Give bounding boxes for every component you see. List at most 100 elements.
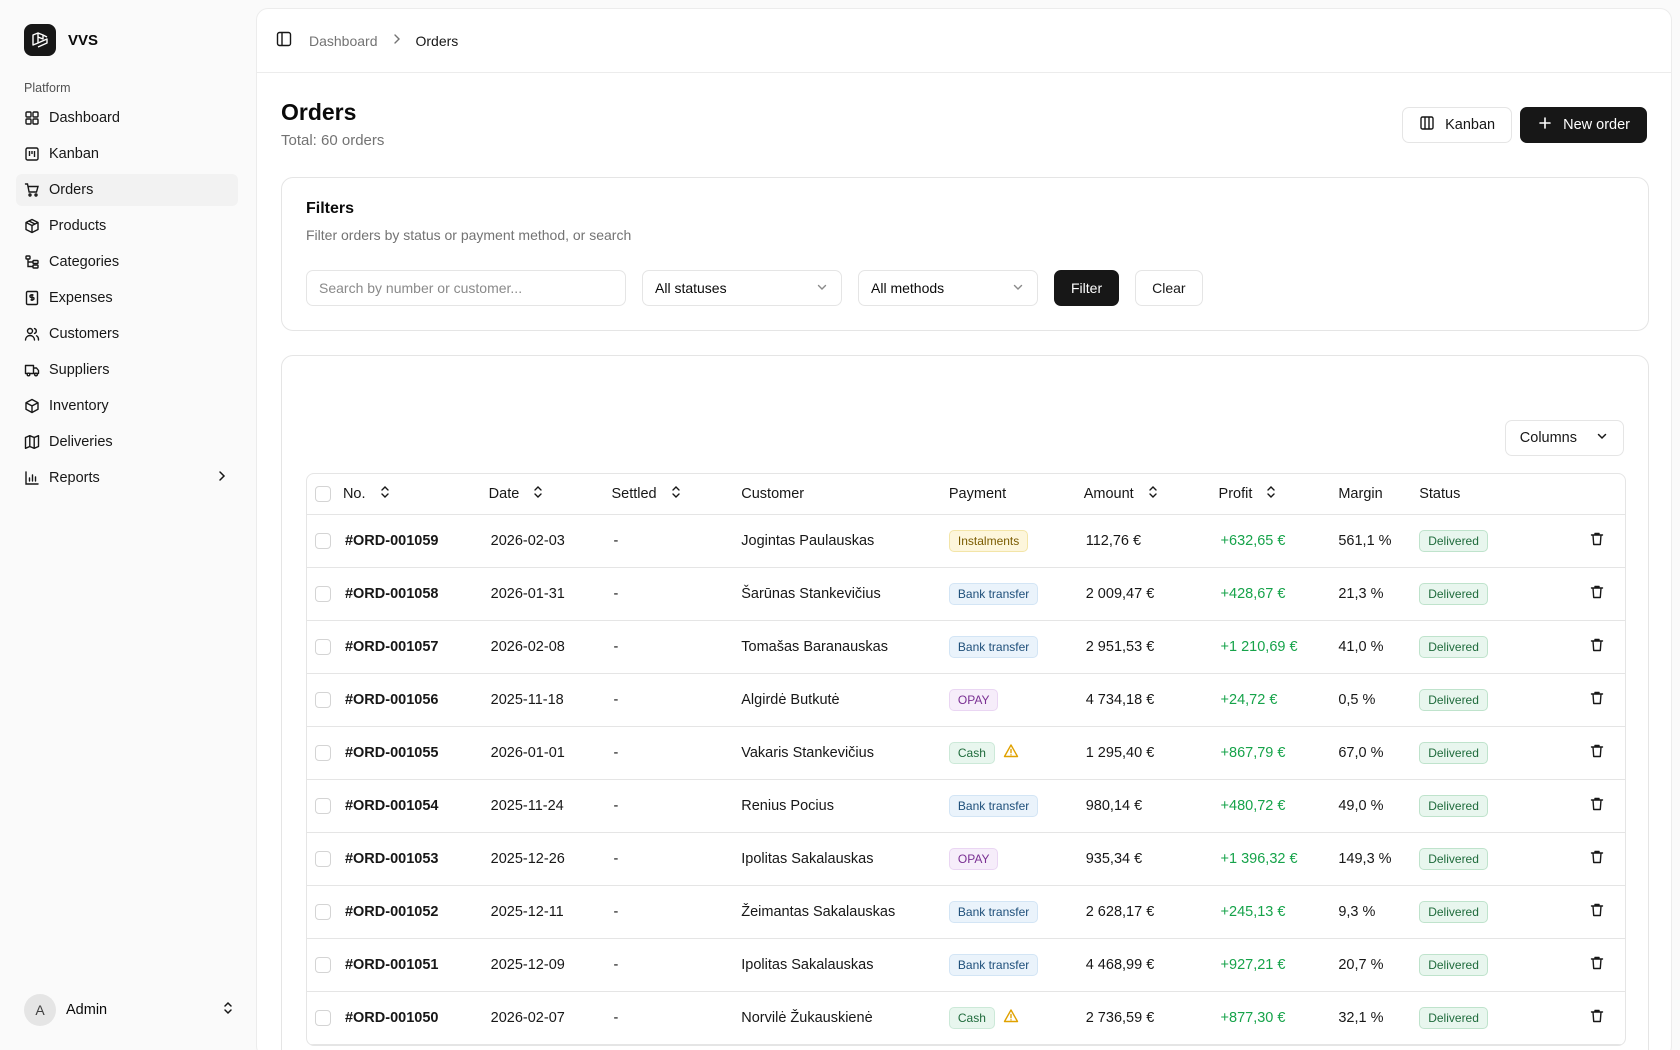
order-number[interactable]: #ORD-001058 <box>345 586 439 602</box>
sidebar-item-expenses[interactable]: Expenses <box>16 282 238 314</box>
sidebar-item-products[interactable]: Products <box>16 210 238 242</box>
clear-button[interactable]: Clear <box>1135 270 1203 306</box>
sort-date-header[interactable]: Date <box>489 485 546 503</box>
order-customer: Renius Pocius <box>741 797 834 814</box>
columns-button[interactable]: Columns <box>1504 420 1624 456</box>
row-checkbox[interactable] <box>315 903 331 920</box>
columns-button-label: Columns <box>1519 430 1577 446</box>
sort-settled-header[interactable]: Settled <box>611 485 682 503</box>
order-date: 2025-12-09 <box>490 956 565 973</box>
status-badge: Delivered <box>1419 900 1488 923</box>
order-customer: Tomašas Baranauskas <box>741 638 888 655</box>
order-margin: 561,1 % <box>1338 532 1392 549</box>
status-select[interactable]: All statuses <box>642 270 842 306</box>
breadcrumb-current: Orders <box>415 32 459 49</box>
order-number[interactable]: #ORD-001055 <box>345 745 439 761</box>
order-number[interactable]: #ORD-001056 <box>345 692 439 708</box>
order-number[interactable]: #ORD-001059 <box>345 533 439 549</box>
trash-icon[interactable] <box>1589 690 1605 706</box>
filter-button[interactable]: Filter <box>1054 270 1120 306</box>
order-settled: - <box>613 956 619 973</box>
sidebar-item-categories[interactable]: Categories <box>16 246 238 278</box>
filters-description: Filter orders by status or payment metho… <box>306 227 632 243</box>
order-margin: 32,1 % <box>1338 1009 1384 1026</box>
sidebar-item-customers[interactable]: Customers <box>16 318 238 350</box>
trash-icon[interactable] <box>1589 637 1605 653</box>
trash-icon[interactable] <box>1589 743 1605 759</box>
row-checkbox[interactable] <box>315 638 331 655</box>
select-all-checkbox[interactable] <box>315 485 331 502</box>
chevrons-up-down-icon <box>220 1000 236 1021</box>
order-date: 2026-01-31 <box>490 585 565 602</box>
user-name: Admin <box>66 1002 108 1018</box>
sort-profit-header[interactable]: Profit <box>1219 485 1279 503</box>
sidebar-item-orders[interactable]: Orders <box>16 174 238 206</box>
sidebar-toggle-icon[interactable] <box>275 30 293 51</box>
chart-icon <box>24 470 40 486</box>
table-row[interactable]: #ORD-001059 2026-02-03 - Jogintas Paulau… <box>307 514 1625 568</box>
order-margin: 41,0 % <box>1338 638 1384 655</box>
table-row[interactable]: #ORD-001058 2026-01-31 - Šarūnas Stankev… <box>307 567 1625 621</box>
sidebar-item-label: Reports <box>49 470 100 486</box>
sidebar-item-suppliers[interactable]: Suppliers <box>16 354 238 386</box>
row-checkbox[interactable] <box>315 850 331 867</box>
row-checkbox[interactable] <box>315 797 331 814</box>
trash-icon[interactable] <box>1589 531 1605 547</box>
kanban-icon <box>24 146 40 162</box>
order-number[interactable]: #ORD-001052 <box>345 904 439 920</box>
trash-icon[interactable] <box>1589 955 1605 971</box>
kanban-button[interactable]: Kanban <box>1402 107 1513 143</box>
table-row[interactable]: #ORD-001053 2025-12-26 - Ipolitas Sakala… <box>307 832 1625 886</box>
sidebar-item-inventory[interactable]: Inventory <box>16 390 238 422</box>
trash-icon[interactable] <box>1589 796 1605 812</box>
order-customer: Ipolitas Sakalauskas <box>741 956 874 973</box>
status-badge: Delivered <box>1419 529 1488 552</box>
row-checkbox[interactable] <box>315 1009 331 1026</box>
trash-icon[interactable] <box>1589 1008 1605 1024</box>
order-customer: Žeimantas Sakalauskas <box>741 903 896 920</box>
sort-amount-header[interactable]: Amount <box>1084 485 1160 503</box>
row-checkbox[interactable] <box>315 956 331 973</box>
order-number[interactable]: #ORD-001051 <box>345 957 439 973</box>
sort-icon <box>1264 485 1278 503</box>
trash-icon[interactable] <box>1589 849 1605 865</box>
brand[interactable]: VVS <box>24 24 98 56</box>
table-row[interactable]: #ORD-001054 2025-11-24 - Renius Pocius B… <box>307 779 1625 833</box>
order-number[interactable]: #ORD-001057 <box>345 639 439 655</box>
order-number[interactable]: #ORD-001053 <box>345 851 439 867</box>
sidebar-item-label: Kanban <box>49 146 99 162</box>
order-amount: 980,14 € <box>1085 797 1143 814</box>
row-checkbox[interactable] <box>315 585 331 602</box>
sidebar-item-reports[interactable]: Reports <box>16 462 238 494</box>
table-row[interactable]: #ORD-001051 2025-12-09 - Ipolitas Sakala… <box>307 938 1625 992</box>
sidebar-item-dashboard[interactable]: Dashboard <box>16 102 238 134</box>
row-checkbox[interactable] <box>315 744 331 761</box>
row-checkbox[interactable] <box>315 532 331 549</box>
sort-number-header[interactable]: No. <box>343 485 392 503</box>
sort-icon <box>1146 485 1160 503</box>
sidebar-item-deliveries[interactable]: Deliveries <box>16 426 238 458</box>
order-settled: - <box>613 797 619 814</box>
method-select[interactable]: All methods <box>858 270 1038 306</box>
table-row[interactable]: #ORD-001057 2026-02-08 - Tomašas Baranau… <box>307 620 1625 674</box>
order-number[interactable]: #ORD-001054 <box>345 798 439 814</box>
trash-icon[interactable] <box>1589 584 1605 600</box>
sidebar-item-kanban[interactable]: Kanban <box>16 138 238 170</box>
table-row[interactable]: #ORD-001052 2025-12-11 - Žeimantas Sakal… <box>307 885 1625 939</box>
new-order-button[interactable]: New order <box>1520 107 1647 143</box>
table-row[interactable]: #ORD-001050 2026-02-07 - Norvilė Žukausk… <box>307 991 1625 1045</box>
customer-header: Customer <box>741 485 805 502</box>
orders-table: No. Date Settled Customer Payment Amount… <box>306 473 1626 1046</box>
table-row[interactable]: #ORD-001055 2026-01-01 - Vakaris Stankev… <box>307 726 1625 780</box>
table-row[interactable]: #ORD-001056 2025-11-18 - Algirdė Butkutė… <box>307 673 1625 727</box>
dashboard-icon <box>24 110 40 126</box>
warning-icon <box>1003 743 1019 763</box>
order-profit: +245,13 € <box>1220 903 1286 920</box>
order-number[interactable]: #ORD-001050 <box>345 1010 439 1026</box>
user-menu[interactable]: A Admin <box>24 994 236 1026</box>
breadcrumb-dashboard[interactable]: Dashboard <box>309 33 378 49</box>
row-checkbox[interactable] <box>315 691 331 708</box>
trash-icon[interactable] <box>1589 902 1605 918</box>
search-input[interactable] <box>306 270 626 306</box>
orders-table-card: Columns No. Date Settled Customer Paymen… <box>281 355 1649 1050</box>
